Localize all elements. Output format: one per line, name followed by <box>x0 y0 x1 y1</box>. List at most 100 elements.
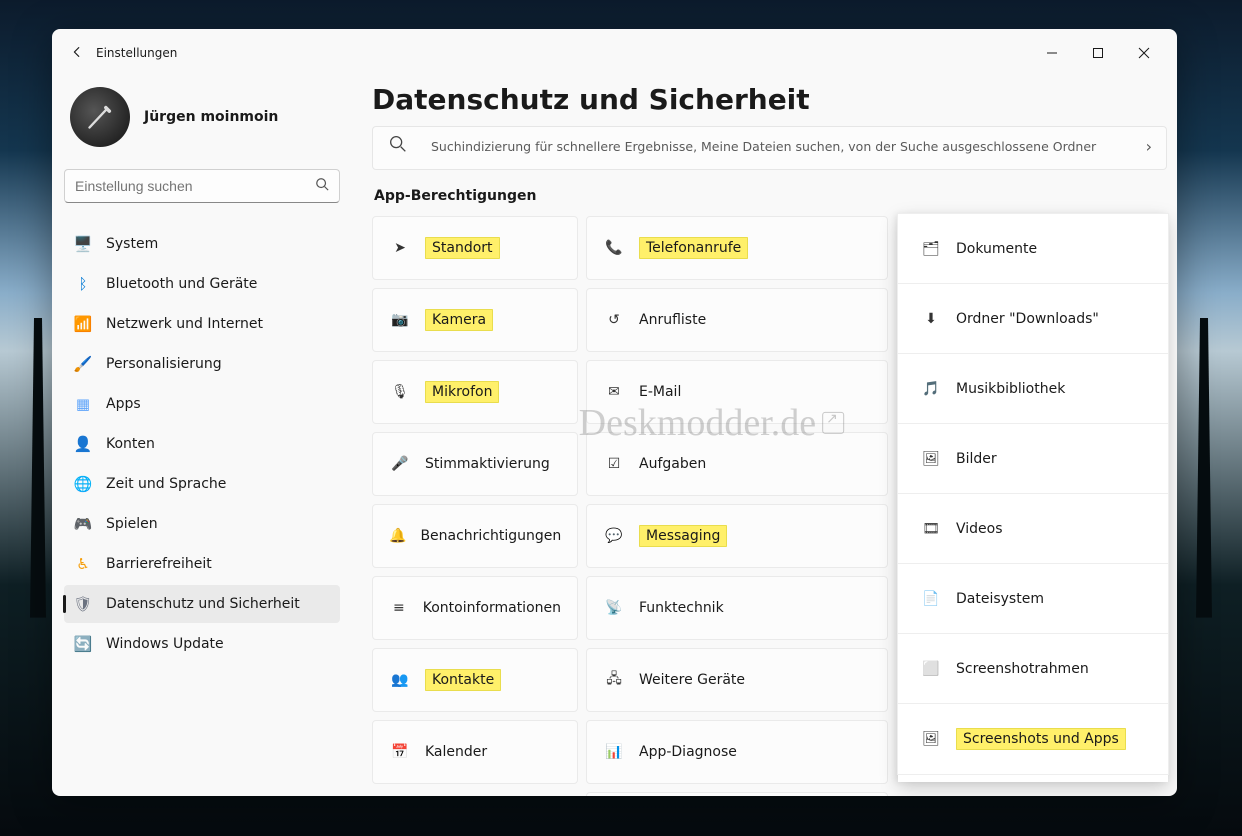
search-settings-icon <box>387 133 417 159</box>
nav-label: Konten <box>106 436 155 452</box>
tile-icon: 🎵 <box>920 381 942 397</box>
tile-telefonanrufe[interactable]: 📞Telefonanrufe <box>586 216 888 280</box>
tile-icon: ⬜ <box>920 661 942 677</box>
nav-icon: 🌐 <box>74 475 92 493</box>
tile-icon: 📊 <box>603 744 625 760</box>
tile-label: Musikbibliothek <box>956 381 1065 397</box>
tile-dokumente[interactable]: 🗂 Dokumente <box>898 214 1168 284</box>
tile-label: Weitere Geräte <box>639 672 745 688</box>
tile-icon: 🖧 <box>603 668 625 692</box>
tile-icon: 🎞 <box>920 521 942 537</box>
tile-icon: 📅 <box>389 744 411 760</box>
settings-window: Einstellungen Jürgen moinmoin 🖥️SystemᛒB… <box>52 29 1177 796</box>
tile-icon: 📄 <box>920 591 942 607</box>
tile-label: Messaging <box>639 528 727 544</box>
tile-label: Bilder <box>956 451 997 467</box>
tile-label: Mikrofon <box>425 384 499 400</box>
tile-anrufliste[interactable]: ↺Anrufliste <box>586 288 888 352</box>
tile-label: Videos <box>956 521 1003 537</box>
page-title: Datenschutz und Sicherheit <box>372 83 1167 116</box>
nav-label: Personalisierung <box>106 356 222 372</box>
tile-dateisystem[interactable]: 📄Dateisystem <box>898 564 1168 634</box>
tile-label: App-Diagnose <box>639 744 737 760</box>
nav-label: Bluetooth und Geräte <box>106 276 257 292</box>
tile-funktechnik[interactable]: 📡 Funktechnik <box>586 576 888 640</box>
nav-icon: 🔄 <box>74 635 92 653</box>
tile-label: Dokumente <box>956 241 1037 257</box>
tile-ordner-downloads-[interactable]: ⬇Ordner "Downloads" <box>898 284 1168 354</box>
minimize-button[interactable] <box>1029 37 1075 69</box>
tile-label: Kamera <box>425 312 493 328</box>
maximize-button[interactable] <box>1075 37 1121 69</box>
tile-icon: ✉ <box>603 384 625 400</box>
nav-icon: ᛒ <box>74 275 92 293</box>
tile-bilder[interactable]: 🖼 Bilder <box>898 424 1168 494</box>
nav-item-apps[interactable]: ▦Apps <box>64 385 340 423</box>
nav-label: Datenschutz und Sicherheit <box>106 596 300 612</box>
nav-item-konten[interactable]: 👤 Konten <box>64 425 340 463</box>
tile-kontoinformationen[interactable]: ≡Kontoinformationen <box>372 576 578 640</box>
nav-item-netzwerk-und-internet[interactable]: 📶Netzwerk und Internet <box>64 305 340 343</box>
tile-icon: ↺ <box>603 312 625 328</box>
user-block[interactable]: Jürgen moinmoin <box>64 77 340 169</box>
tile-app-diagnose[interactable]: 📊 App-Diagnose <box>586 720 888 784</box>
tile-icon: 💬 <box>603 528 625 544</box>
nav-icon: 🖥️ <box>74 235 92 253</box>
tile-kontakte[interactable]: 👥Kontakte <box>372 648 578 712</box>
tile-label: Aufgaben <box>639 456 706 472</box>
nav-item-zeit-und-sprache[interactable]: 🌐Zeit und Sprache <box>64 465 340 503</box>
tile-musikbibliothek[interactable]: 🎵 Musikbibliothek <box>898 354 1168 424</box>
tile-icon: ☑ <box>603 456 625 472</box>
nav-item-barrierefreiheit[interactable]: ♿Barrierefreiheit <box>64 545 340 583</box>
tile-icon: 📡 <box>603 600 625 616</box>
tile-screenshotrahmen[interactable]: ⬜Screenshotrahmen <box>898 634 1168 704</box>
nav-item-windows-update[interactable]: 🔄Windows Update <box>64 625 340 663</box>
tile-videos[interactable]: 🎞 Videos <box>898 494 1168 564</box>
tile-icon: 🔔 <box>389 528 406 544</box>
permission-tiles-grid: ➤ Standort 📞Telefonanrufe 📷 Kamera ↺Anruflist… <box>372 216 888 796</box>
tile-weitere-ger-te[interactable]: 🖧 Weitere Geräte <box>586 648 888 712</box>
nav-item-datenschutz-und-sicherheit[interactable]: 🛡Datenschutz und Sicherheit <box>64 585 340 623</box>
tile-e-mail[interactable]: ✉ E-Mail <box>586 360 888 424</box>
tile-kalender[interactable]: 📅Kalender <box>372 720 578 784</box>
tile-label: Benachrichtigungen <box>420 528 561 544</box>
tile-icon: ➤ <box>389 240 411 256</box>
tile-standort[interactable]: ➤ Standort <box>372 216 578 280</box>
tile-icon: 🗂 <box>920 241 942 257</box>
section-label: App-Berechtigungen <box>374 188 1167 204</box>
search-input[interactable] <box>75 178 315 194</box>
tile-screenshots-und-apps[interactable]: 🖼 Screenshots und Apps <box>898 704 1168 774</box>
tile-label: Funktechnik <box>639 600 724 616</box>
avatar <box>70 87 130 147</box>
chevron-right-icon: › <box>1146 137 1152 156</box>
tile-mikrofon[interactable]: 🎙 Mikrofon <box>372 360 578 424</box>
tile-automatische-dateidownloads[interactable]: ☁Automatische Dateidownloads <box>586 792 888 796</box>
tile-icon: 🖼 <box>920 731 942 747</box>
back-button[interactable] <box>62 45 92 62</box>
tile-label: Standort <box>425 240 500 256</box>
tile-icon: 🖼 <box>920 451 942 467</box>
tile-label: Ordner "Downloads" <box>956 311 1099 327</box>
tile-stimmaktivierung[interactable]: 🎤Stimmaktivierung <box>372 432 578 496</box>
tile-icon: 📞 <box>603 240 625 256</box>
search-field[interactable] <box>64 169 340 203</box>
nav-label: Netzwerk und Internet <box>106 316 263 332</box>
tile-benachrichtigungen[interactable]: 🔔 Benachrichtigungen <box>372 504 578 568</box>
tile-kamera[interactable]: 📷 Kamera <box>372 288 578 352</box>
tile-aufgaben[interactable]: ☑ Aufgaben <box>586 432 888 496</box>
tile-label: E-Mail <box>639 384 681 400</box>
tile-icon: ≡ <box>389 600 409 616</box>
tile-messaging[interactable]: 💬 Messaging <box>586 504 888 568</box>
nav-item-bluetooth-und-ger-te[interactable]: ᛒ Bluetooth und Geräte <box>64 265 340 303</box>
search-settings-card[interactable]: Suchindizierung für schnellere Ergebniss… <box>372 126 1167 170</box>
nav-item-personalisierung[interactable]: 🖌️Personalisierung <box>64 345 340 383</box>
tile-label: Screenshots und Apps <box>956 731 1126 747</box>
nav-label: System <box>106 236 158 252</box>
tile-icon: 📷 <box>389 312 411 328</box>
close-button[interactable] <box>1121 37 1167 69</box>
tile-icon: 🎙 <box>389 384 411 400</box>
tile-label: Stimmaktivierung <box>425 456 550 472</box>
nav-item-system[interactable]: 🖥️ System <box>64 225 340 263</box>
nav-icon: 👤 <box>74 435 92 453</box>
nav-item-spielen[interactable]: 🎮Spielen <box>64 505 340 543</box>
